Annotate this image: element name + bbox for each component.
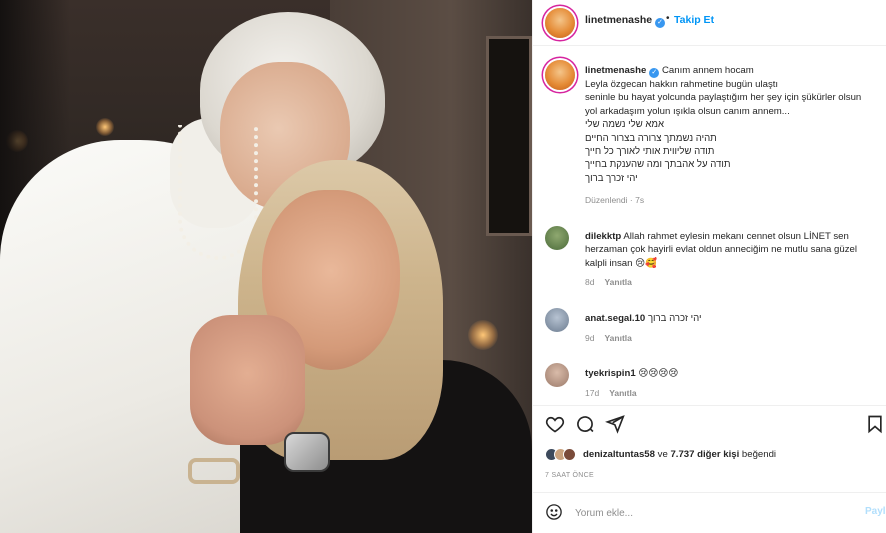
commenter-avatar[interactable] [545,308,569,332]
caption-line-hebrew: יהי זכרך ברוך [585,172,638,184]
background-lamp [96,118,114,136]
caption-username[interactable]: linetmenashe [585,65,646,76]
comment-body: יהי זכרה ברוך [647,313,702,324]
heart-icon[interactable] [545,414,569,438]
add-comment-bar: Paylaş [533,492,886,533]
comment-meta: 9d Yanıtla [585,333,632,343]
caption-age: 7s [635,195,645,205]
likes-connector: ve [654,449,671,460]
comment-username[interactable]: anat.segal.10 [585,313,645,324]
reply-button[interactable]: Yanıtla [609,388,636,398]
likes-others[interactable]: 7.737 diğer kişi [670,449,739,460]
header-separator: • [666,13,670,24]
caption-line-hebrew: תודה שליווית אותי לאורך כל חייך [585,146,715,158]
wristwatch [284,432,330,472]
caption-line-hebrew: אמא שלי נשמה שלי [585,119,665,131]
reply-button[interactable]: Yanıtla [604,277,631,287]
post-actions: denizaltuntas58 ve 7.737 diğer kişi beğe… [533,405,886,533]
follow-button[interactable]: Takip Et [674,14,714,26]
bracelet [188,458,240,484]
comment-input[interactable] [575,504,845,522]
share-icon[interactable] [605,414,629,438]
author-username[interactable]: linetmenashe ✓ [585,14,666,28]
caption-line: Canım annem hocam [662,65,754,76]
background-picture-frame [486,36,532,236]
caption-line-hebrew: תהיה נשמתך צרורה בצרור החיים [585,132,717,144]
caption-meta: Düzenlendi · 7s [585,195,645,205]
liker-avatar [563,448,576,461]
bookmark-icon[interactable] [865,414,886,438]
caption-line: yol arkadaşım yolun ışıkla olsun canım a… [585,105,790,117]
pearl-necklace [178,125,258,260]
liker-username[interactable]: denizaltuntas58 [583,449,655,460]
caption-author-avatar[interactable] [545,60,575,90]
reply-button[interactable]: Yanıtla [604,333,631,343]
edited-label: Düzenlendi [585,195,628,205]
comment-username[interactable]: tyekrispin1 [585,368,636,379]
comment-body: 😢😢😢😢 [638,368,679,379]
likes-text: denizaltuntas58 ve 7.737 diğer kişi beğe… [583,449,776,460]
commenter-avatar[interactable] [545,226,569,250]
comment-age: 17d [585,388,600,398]
comment-meta: 17d Yanıtla [585,388,637,398]
comment-meta: 8d Yanıtla [585,277,632,287]
verified-badge-icon: ✓ [655,18,666,28]
commenter-avatar[interactable] [545,363,569,387]
comment-text: dilekktp Allah rahmet eylesin mekanı cen… [585,230,881,270]
comment-age: 9d [585,333,595,343]
author-avatar[interactable] [545,8,575,38]
post-header: linetmenashe ✓ • Takip Et [533,0,886,46]
emoji-icon[interactable] [545,503,565,523]
post-timestamp[interactable]: 7 SAAT ÖNCE [545,472,594,479]
caption-text: linetmenashe ✓ Canım annem hocam Leyla öz… [585,64,881,185]
comment-text: tyekrispin1 😢😢😢😢 [585,367,881,380]
clasped-hands [190,315,305,445]
comment-username[interactable]: dilekktp [585,231,621,242]
author-username-text[interactable]: linetmenashe [585,14,652,26]
verified-badge-icon: ✓ [649,68,660,78]
caption-line: Leyla özgecan hakkın rahmetine bugün ula… [585,79,779,90]
comment-icon[interactable] [575,414,599,438]
caption-line-hebrew: תודה על אהבתך ומה שהענקת בחייך [585,159,731,171]
likes-suffix: beğendi [739,449,777,460]
post-photo[interactable] [0,0,532,533]
comment-age: 8d [585,277,595,287]
background-candle [468,320,498,350]
comment-text: anat.segal.10 יהי זכרה ברוך [585,312,881,325]
post-side-panel: linetmenashe ✓ • Takip Et linetmenashe ✓ C… [532,0,886,533]
comment-body: Allah rahmet eylesin mekanı cennet olsun… [585,231,857,269]
post-comment-button[interactable]: Paylaş [865,506,886,517]
caption-line: seninle bu hayat yolcunda paylaştığım he… [585,92,862,104]
